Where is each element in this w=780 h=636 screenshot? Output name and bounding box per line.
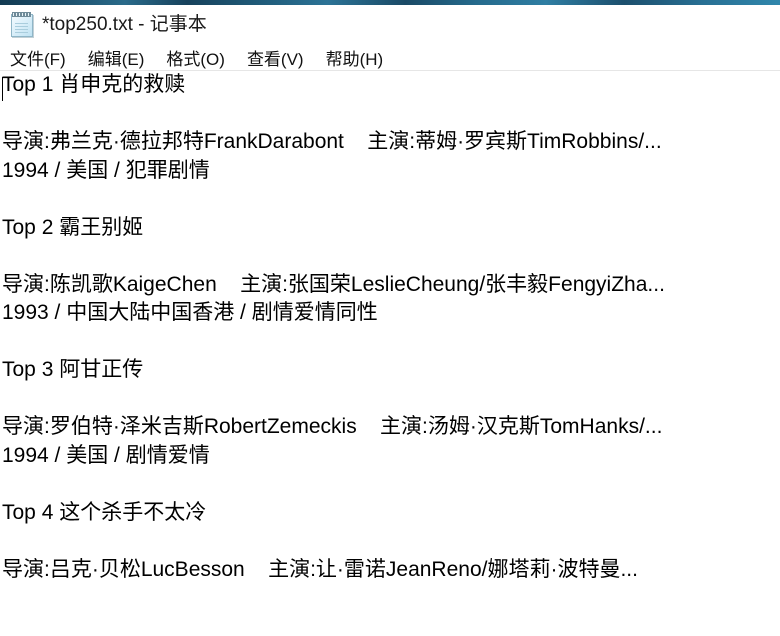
document-line: 1993 / 中国大陆中国香港 / 剧情爱情同性 [2, 301, 378, 324]
document-line: 导演:罗伯特·泽米吉斯RobertZemeckis 主演:汤姆·汉克斯TomHa… [2, 415, 663, 438]
document-line: Top 1 肖申克的救赎 [2, 73, 186, 96]
menu-help[interactable]: 帮助(H) [324, 44, 386, 71]
text-caret [2, 77, 3, 101]
menu-view[interactable]: 查看(V) [245, 44, 306, 71]
menu-format[interactable]: 格式(O) [164, 44, 227, 71]
title-bar: *top250.txt - 记事本 [0, 5, 780, 43]
menu-edit[interactable]: 编辑(E) [86, 44, 147, 71]
document-line: Top 4 这个杀手不太冷 [2, 500, 207, 524]
notepad-icon-page [11, 14, 33, 37]
notepad-window: *top250.txt - 记事本 文件(F) 编辑(E) 格式(O) 查看(V… [0, 0, 780, 636]
window-title: *top250.txt - 记事本 [42, 13, 207, 35]
notepad-icon-spiral [12, 12, 31, 17]
document-line: Top 2 霸王别姬 [2, 215, 144, 239]
document-line: 导演:弗兰克·德拉邦特FrankDarabont 主演:蒂姆·罗宾斯TimRob… [2, 130, 662, 153]
menu-file[interactable]: 文件(F) [8, 44, 68, 71]
document-line: 导演:吕克·贝松LucBesson 主演:让·雷诺JeanReno/娜塔莉·波特… [2, 557, 638, 581]
document-line: 1994 / 美国 / 剧情爱情 [2, 443, 210, 467]
document-line: Top 3 阿甘正传 [2, 358, 144, 381]
document-line: 1994 / 美国 / 犯罪剧情 [2, 158, 210, 182]
menu-bar: 文件(F) 编辑(E) 格式(O) 查看(V) 帮助(H) [0, 43, 780, 71]
document-line: 导演:陈凯歌KaigeChen 主演:张国荣LeslieCheung/张丰毅Fe… [2, 272, 665, 296]
notepad-icon [9, 11, 35, 37]
text-editor-area[interactable]: Top 1 肖申克的救赎 导演:弗兰克·德拉邦特FrankDarabont 主演… [0, 71, 780, 636]
